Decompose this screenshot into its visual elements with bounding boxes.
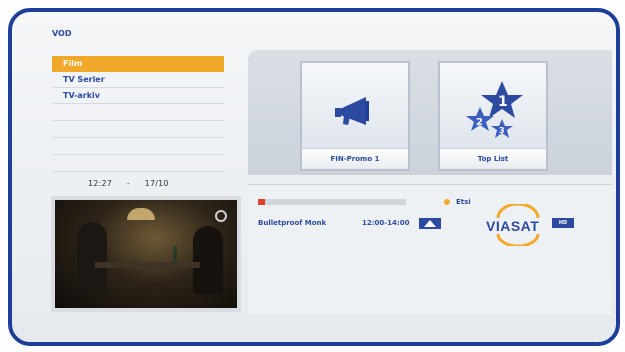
clock-readout: 12:27 - 17/10 [88, 179, 169, 188]
genre-label: Etsi [444, 198, 471, 206]
viasat-wordmark: VIASAT [486, 218, 540, 234]
person-right-shape [193, 226, 223, 294]
menu-empty-row [52, 121, 224, 138]
program-time: 12:00-14:00 [362, 219, 410, 227]
page-title: VOD [52, 29, 72, 38]
tile-art [302, 63, 408, 149]
tile-top-list[interactable]: 1 2 3 Top List [438, 61, 548, 171]
rating-a-icon [419, 218, 441, 229]
table-shape [95, 262, 200, 268]
hd-icon: HD [552, 218, 574, 228]
stars-ranking-icon: 1 2 3 [466, 81, 523, 138]
menu-empty-row [52, 138, 224, 155]
tile-art: 1 2 3 [440, 63, 546, 149]
video-frame [55, 200, 237, 308]
viasat-logo: VIASAT [474, 202, 564, 250]
genre-text: Etsi [456, 198, 471, 206]
tile-label: FIN-Promo 1 [302, 148, 408, 169]
program-progress-fill [258, 199, 265, 205]
clock-separator: - [126, 179, 130, 188]
svg-text:3: 3 [499, 126, 505, 135]
bottle-shape [173, 246, 177, 262]
menu-empty-row [52, 104, 224, 121]
tile-fin-promo[interactable]: FIN-Promo 1 [300, 61, 410, 171]
tv-screen: VOD Film TV Serier TV-arkiv 12:27 - 17/1… [0, 0, 625, 352]
lamp-shape [127, 208, 155, 220]
menu-item-tv-serier[interactable]: TV Serier [52, 72, 224, 88]
clock-time: 12:27 [88, 179, 113, 188]
rating-glyph [424, 220, 436, 227]
tile-label: Top List [440, 148, 546, 169]
clock-date: 17/10 [144, 179, 169, 188]
video-preview[interactable] [51, 196, 241, 312]
program-progress-bar [258, 199, 406, 205]
program-title: Bulletproof Monk [258, 219, 327, 227]
menu-item-film[interactable]: Film [52, 56, 224, 72]
menu-empty-row [52, 155, 224, 172]
svg-text:2: 2 [476, 117, 483, 128]
channel-watermark-icon [215, 210, 227, 222]
genre-dot-icon [444, 199, 450, 205]
person-left-shape [77, 222, 107, 292]
svg-text:1: 1 [498, 94, 508, 110]
vod-menu: Film TV Serier TV-arkiv [52, 56, 224, 172]
menu-item-tv-arkiv[interactable]: TV-arkiv [52, 88, 224, 104]
megaphone-icon [335, 97, 369, 125]
